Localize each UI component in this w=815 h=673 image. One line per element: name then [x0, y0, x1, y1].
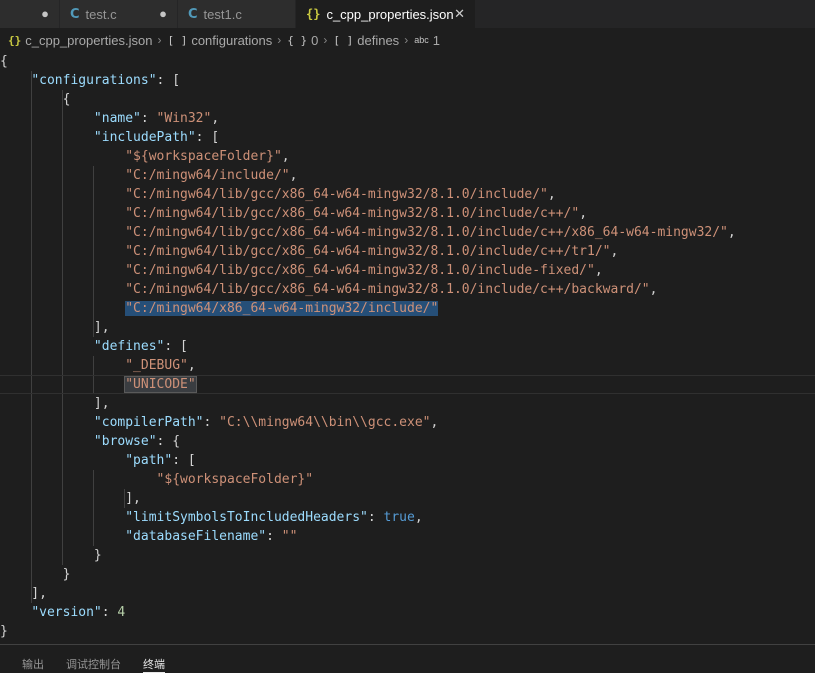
tab-c-cpp-properties[interactable]: {} c_cpp_properties.json ✕: [296, 0, 476, 28]
code-line: "includePath": [: [93, 130, 220, 145]
code-line: }: [0, 624, 8, 639]
breadcrumb-label: configurations: [191, 32, 273, 48]
tab-test-c[interactable]: C test.c ●: [60, 0, 178, 28]
code-line: }: [0, 548, 102, 563]
code-line: ],: [0, 586, 47, 601]
json-file-icon: {}: [306, 7, 321, 21]
chevron-right-icon: ›: [157, 33, 162, 47]
c-file-icon: C: [188, 6, 198, 22]
code-line: "C:/mingw64/x86_64-w64-mingw32/include/": [0, 299, 815, 318]
array-icon: [ ]: [167, 33, 188, 47]
code-line: "C:/mingw64/lib/gcc/x86_64-w64-mingw32/8…: [125, 187, 556, 202]
chevron-right-icon: ›: [404, 33, 409, 47]
tab-label: test.c: [85, 6, 117, 22]
breadcrumb: {} c_cpp_properties.json › [ ] configura…: [0, 28, 815, 52]
string-icon: abc: [414, 35, 429, 45]
tab-placeholder[interactable]: ●: [0, 0, 60, 28]
unsaved-dot-icon[interactable]: ●: [159, 6, 167, 21]
panel-tab-bar: 输出 调试控制台 终端: [0, 644, 815, 673]
selected-text: "C:/mingw64/x86_64-w64-mingw32/include/": [125, 301, 439, 316]
code-line: "C:/mingw64/lib/gcc/x86_64-w64-mingw32/8…: [125, 263, 603, 278]
code-line: ],: [0, 491, 141, 506]
code-line: "${workspaceFolder}",: [125, 149, 290, 164]
code-line: "compilerPath": "C:\\mingw64\\bin\\gcc.e…: [93, 415, 439, 430]
code-line: "defines": [: [93, 339, 188, 354]
breadcrumb-label: 0: [311, 32, 319, 48]
editor-tab-bar: ● C test.c ● C test1.c {} c_cpp_properti…: [0, 0, 815, 28]
code-line: "C:/mingw64/lib/gcc/x86_64-w64-mingw32/8…: [125, 225, 736, 240]
tab-label: c_cpp_properties.json: [326, 6, 454, 22]
code-line: "limitSymbolsToIncludedHeaders": true,: [125, 510, 423, 525]
code-line: {: [0, 54, 8, 69]
tab-terminal[interactable]: 终端: [143, 645, 165, 673]
breadcrumb-file[interactable]: {} c_cpp_properties.json: [8, 33, 152, 48]
code-line: "databaseFilename": "": [125, 529, 298, 544]
code-line: "_DEBUG",: [125, 358, 196, 373]
json-file-icon: {}: [8, 33, 22, 47]
unsaved-dot-icon[interactable]: ●: [41, 6, 49, 21]
code-line: "path": [: [125, 453, 196, 468]
code-line: "C:/mingw64/lib/gcc/x86_64-w64-mingw32/8…: [125, 244, 619, 259]
code-line: "version": 4: [31, 605, 126, 620]
object-icon: { }: [287, 33, 308, 47]
tab-label: test1.c: [203, 6, 242, 22]
code-line: "C:/mingw64/lib/gcc/x86_64-w64-mingw32/8…: [125, 206, 588, 221]
current-line: "UNICODE": [0, 375, 815, 394]
breadcrumb-label: defines: [357, 32, 400, 48]
breadcrumb-label: c_cpp_properties.json: [25, 32, 153, 48]
chevron-right-icon: ›: [277, 33, 282, 47]
breadcrumb-defines[interactable]: [ ] defines: [333, 33, 399, 48]
breadcrumb-label: 1: [432, 32, 440, 48]
code-line: {: [0, 92, 71, 107]
close-icon[interactable]: ✕: [454, 6, 465, 22]
code-line: "C:/mingw64/include/",: [125, 168, 298, 183]
code-line: "${workspaceFolder}": [156, 472, 314, 487]
code-line: ],: [0, 396, 110, 411]
code-editor[interactable]: { "configurations": [ { "name": "Win32",…: [0, 52, 815, 644]
code-line: ],: [0, 320, 110, 335]
code-line: "name": "Win32",: [93, 111, 220, 126]
breadcrumb-index-1[interactable]: abc 1: [414, 33, 440, 48]
highlighted-text: "UNICODE": [124, 376, 197, 393]
code-line: "C:/mingw64/lib/gcc/x86_64-w64-mingw32/8…: [125, 282, 658, 297]
chevron-right-icon: ›: [323, 33, 328, 47]
code-line: "browse": {: [93, 434, 181, 449]
code-line: "configurations": [: [31, 73, 181, 88]
breadcrumb-configurations[interactable]: [ ] configurations: [167, 33, 272, 48]
tab-test1-c[interactable]: C test1.c: [178, 0, 296, 28]
c-file-icon: C: [70, 6, 80, 22]
array-icon: [ ]: [333, 33, 354, 47]
code-line: }: [0, 567, 71, 582]
breadcrumb-index-0[interactable]: { } 0: [287, 33, 318, 48]
